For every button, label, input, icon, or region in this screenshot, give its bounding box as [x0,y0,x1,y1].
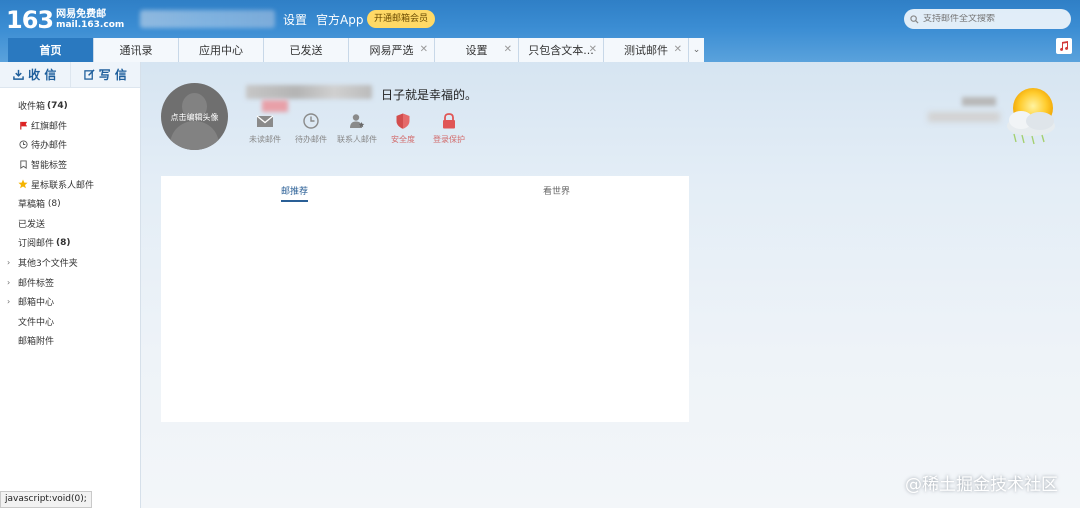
search-input[interactable] [923,14,1063,24]
tab-settings[interactable]: 设置 ✕ [435,38,519,62]
watermark: @稀土掘金技术社区 [905,475,1058,495]
chevron-down-icon[interactable]: ⌄ [689,38,704,62]
contact-mail-button[interactable]: 联系人邮件 [334,112,380,145]
tab-app-center[interactable]: 应用中心 [179,38,264,62]
clock-icon [303,113,319,129]
folder-todo[interactable]: 待办邮件 [0,135,140,155]
logo[interactable]: 163 网易免费邮 mail.163.com [6,6,124,34]
close-icon[interactable]: ✕ [420,44,428,55]
folder-red-flag[interactable]: 红旗邮件 [0,116,140,136]
folder-starred-contacts[interactable]: 星标联系人邮件 [0,174,140,194]
edit-icon [83,69,95,80]
search-box[interactable] [904,9,1071,29]
contact-icon [350,114,365,128]
chevron-right-icon: › [7,297,11,307]
chevron-right-icon: › [7,277,11,287]
close-icon[interactable]: ✕ [504,44,512,55]
quick-stats: 未读邮件 待办邮件 联系人邮件 安全度 登录保护 [242,112,472,145]
folder-mailbox-center[interactable]: › 邮箱中心 [0,292,140,312]
chevron-right-icon: › [7,258,11,268]
motto-text: 日子就是幸福的。 [381,88,478,102]
official-app-link[interactable]: 官方App [316,11,363,28]
tab-bar: 首页 通讯录 应用中心 已发送 网易严选 ✕ 设置 ✕ 只包含文本... ✕ 测试邮件… [8,38,704,62]
folder-sent[interactable]: 已发送 [0,214,140,234]
tab-yanxuan[interactable]: 网易严选 ✕ [349,38,435,62]
weather-sun-cloud-icon [1007,88,1055,145]
todo-mail-button[interactable]: 待办邮件 [288,112,334,145]
bookmark-icon [18,160,28,170]
tab-test-mail[interactable]: 测试邮件 ✕ [604,38,689,62]
vip-button[interactable]: 开通邮箱会员 [367,10,436,28]
star-icon [18,179,28,189]
download-icon [13,69,24,80]
avatar[interactable]: 点击编辑头像 [161,83,228,150]
folder-inbox[interactable]: 收件箱 (74) [0,96,140,116]
top-header: 163 网易免费邮 mail.163.com 设置 官方App 开通邮箱会员 首… [0,0,1080,62]
receive-button[interactable]: 收 信 [0,62,70,87]
tab-home[interactable]: 首页 [8,38,94,62]
tab-contacts[interactable]: 通讯录 [94,38,179,62]
logo-cn: 网易免费邮 [56,9,107,20]
red-flag-icon [18,120,28,130]
sidebar: 收 信 写 信 收件箱(74) 红旗邮件 待办邮件 智能标签 星标联系人邮件 [0,62,141,508]
folder-subscriptions[interactable]: 订阅邮件 (8) [0,233,140,253]
logo-domain: mail.163.com [56,20,125,30]
weather-city-blurred [962,97,996,106]
security-level-button[interactable]: 安全度 [380,112,426,145]
settings-link[interactable]: 设置 [283,11,307,28]
weather-detail-blurred [928,112,1000,122]
lock-icon [443,113,455,129]
folder-list: 收件箱 (74) 红旗邮件 待办邮件 智能标签 星标联系人邮件 草稿箱 (8) 已… [0,88,140,351]
avatar-edit-label: 点击编辑头像 [170,113,219,122]
clock-icon [18,140,28,150]
user-name-blurred [246,85,372,99]
folder-other[interactable]: › 其他3个文件夹 [0,253,140,273]
login-protection-button[interactable]: 登录保护 [426,112,472,145]
tab-text-only[interactable]: 只包含文本... ✕ [519,38,604,62]
envelope-icon [256,115,274,127]
folder-mail-tags[interactable]: › 邮件标签 [0,272,140,292]
close-icon[interactable]: ✕ [674,44,682,55]
badge-blurred [262,100,288,112]
shield-icon [396,113,410,129]
status-bar: javascript:void(0); [0,491,92,508]
logo-number: 163 [6,6,54,34]
folder-drafts[interactable]: 草稿箱 (8) [0,194,140,214]
content-panel: 邮推荐 看世界 [161,176,689,422]
folder-file-center[interactable]: 文件中心 [0,312,140,332]
compose-button[interactable]: 写 信 [69,62,141,87]
search-icon [910,14,919,24]
unread-mail-button[interactable]: 未读邮件 [242,112,288,145]
music-icon[interactable] [1056,38,1072,54]
folder-attachments[interactable]: 邮箱附件 [0,331,140,351]
tab-world[interactable]: 看世界 [543,184,570,197]
folder-smart-tags[interactable]: 智能标签 [0,155,140,175]
account-name-blurred [140,10,275,28]
tab-recommend[interactable]: 邮推荐 [281,184,309,202]
tab-sent[interactable]: 已发送 [264,38,349,62]
close-icon[interactable]: ✕ [589,44,597,55]
